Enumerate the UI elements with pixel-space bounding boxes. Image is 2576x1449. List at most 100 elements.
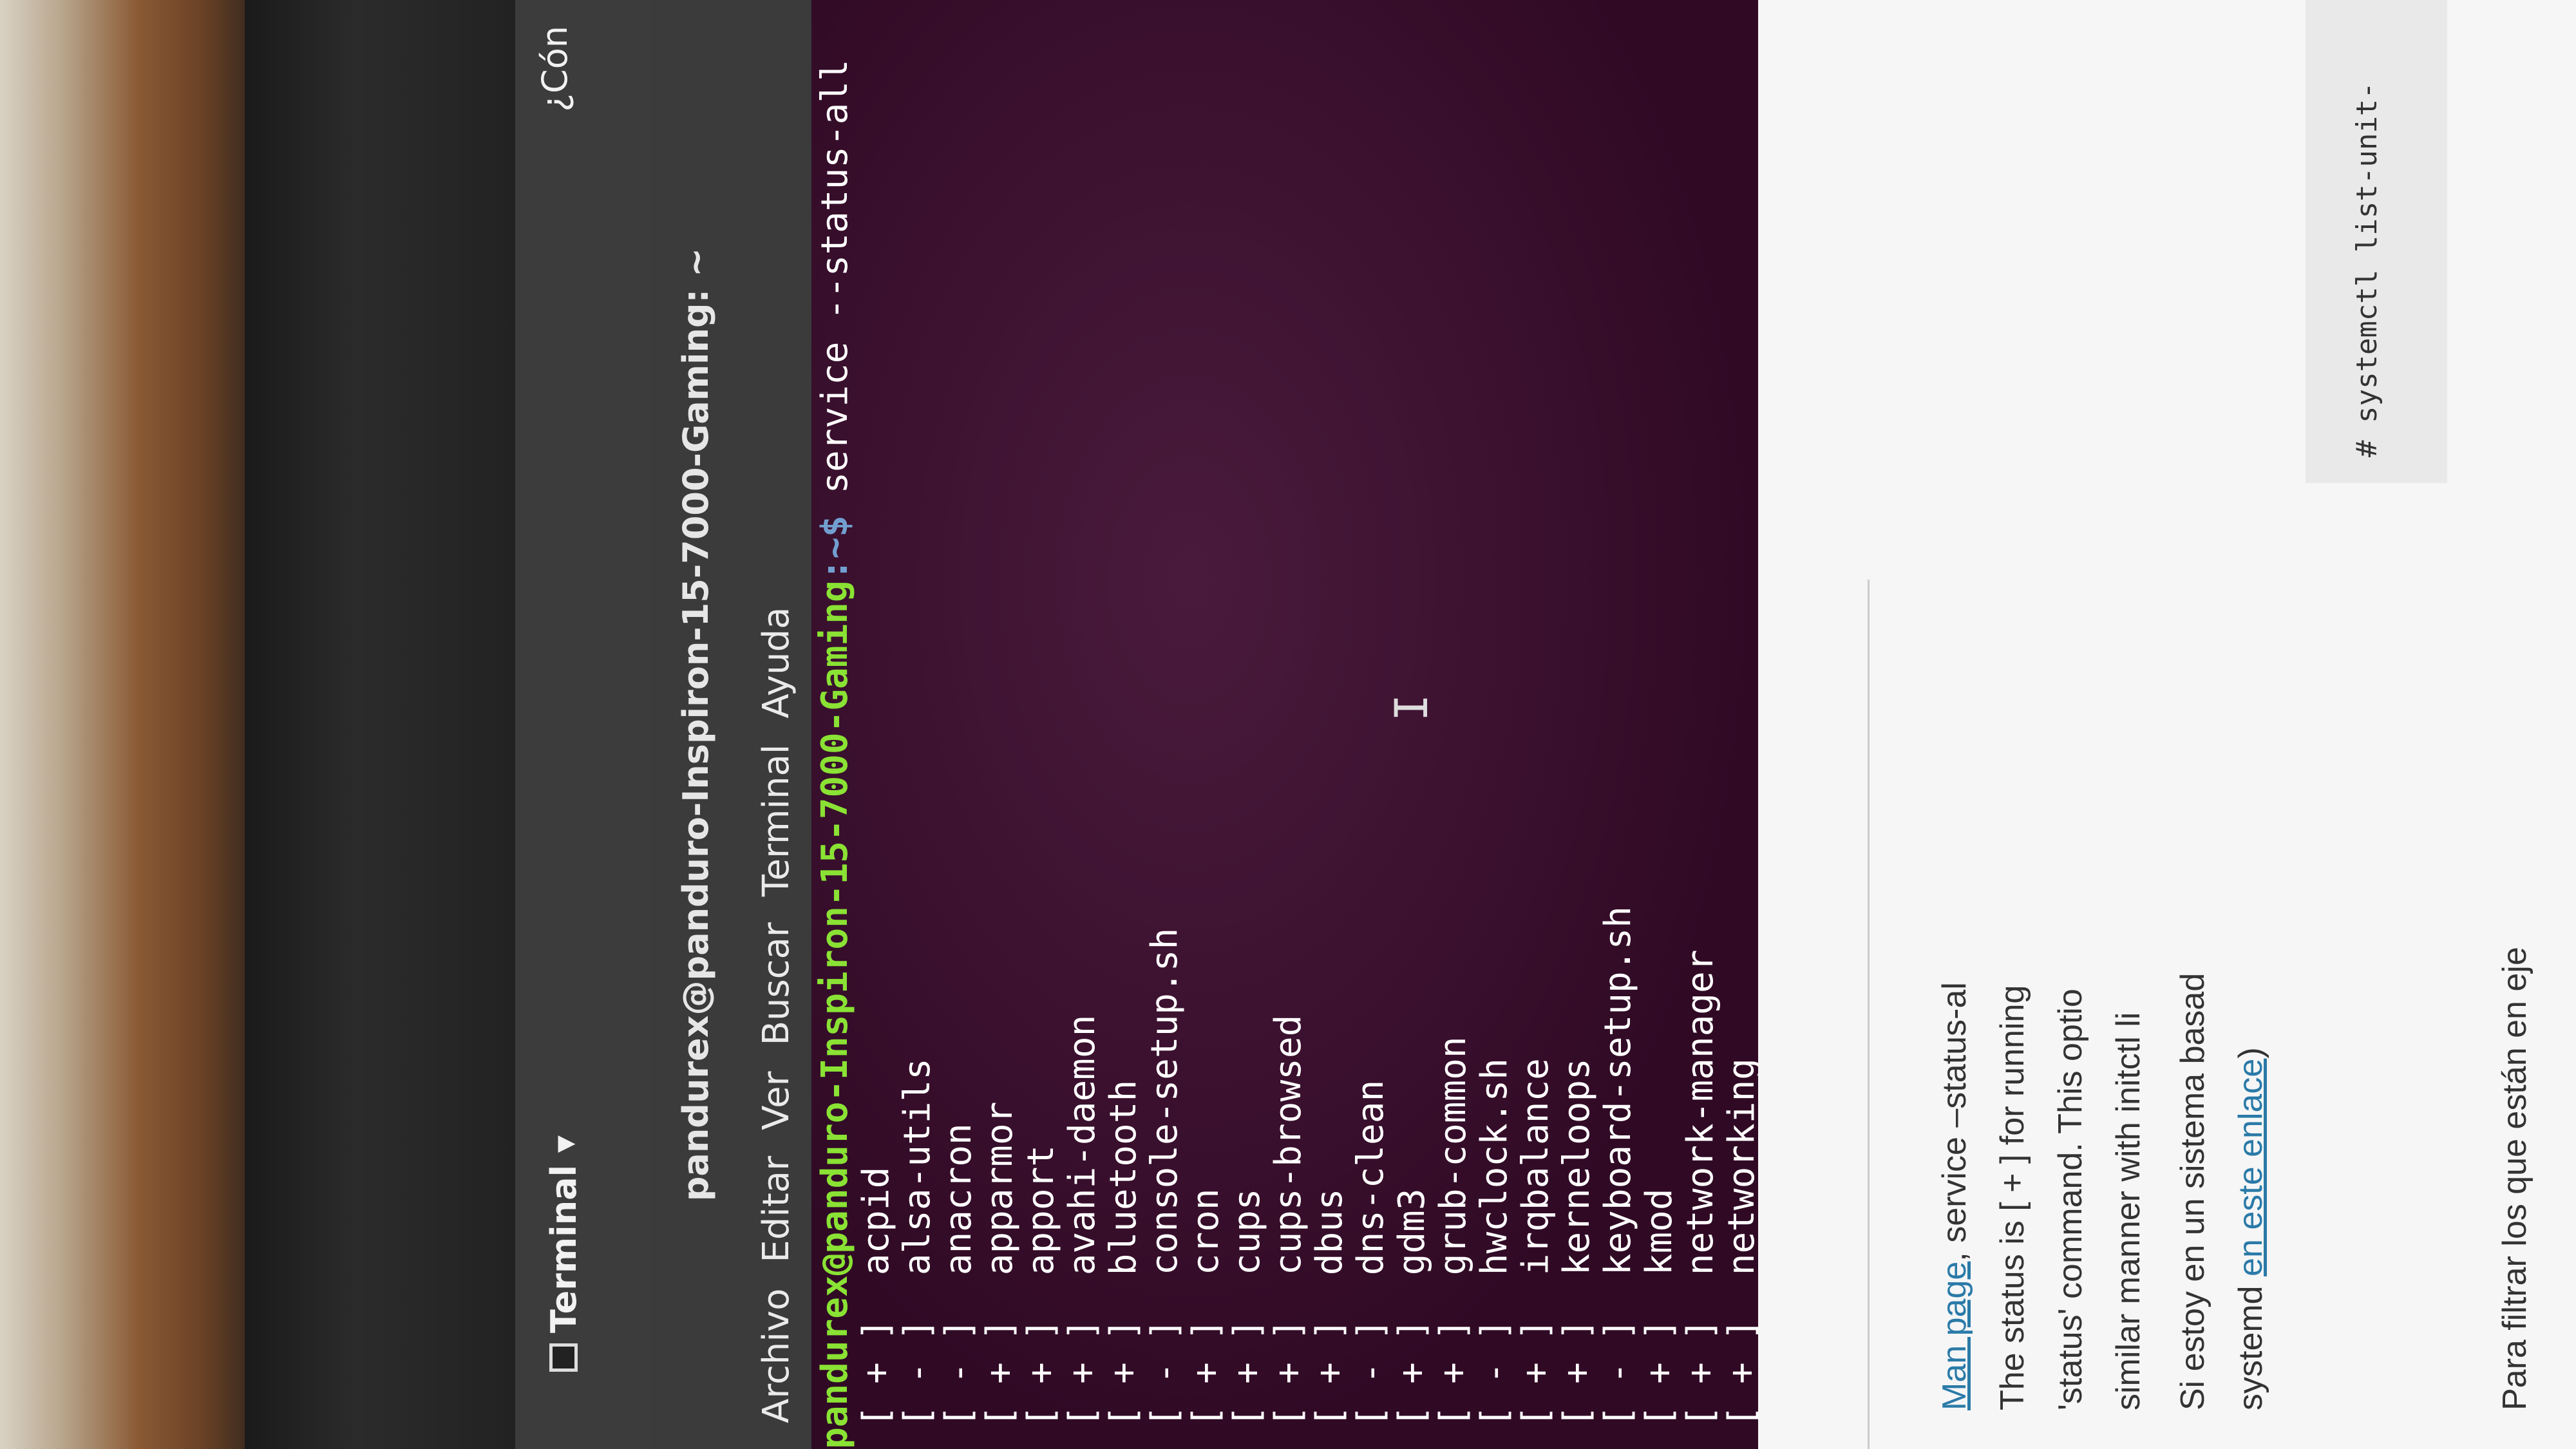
paragraph-3: Para filtrar los que están en eje	[2486, 58, 2544, 1410]
service-name: keyboard-setup.sh	[1597, 906, 1639, 1276]
service-line: [ + ] grub-common	[1432, 1036, 1474, 1449]
command-text: service --status-all	[814, 59, 856, 516]
photo-background	[0, 0, 251, 1449]
service-line: [ + ] apparmor	[979, 1101, 1021, 1449]
web-page: Man page, service –status-al The status …	[1758, 0, 2576, 1449]
service-status: +	[1309, 1362, 1350, 1384]
panel-right-text: ¿Cón	[535, 26, 575, 112]
service-status: -	[1350, 1362, 1392, 1384]
enlace-link[interactable]: en este enlace	[2232, 1059, 2269, 1276]
service-name: anacron	[938, 1123, 980, 1276]
monitor-bezel	[245, 0, 522, 1449]
app-menu-label: Terminal ▾	[543, 1135, 584, 1333]
service-line: [ + ] apport	[1020, 1144, 1062, 1449]
service-status: +	[855, 1362, 897, 1384]
service-status: +	[1061, 1362, 1103, 1384]
service-status: -	[1473, 1362, 1515, 1384]
service-name: apparmor	[979, 1101, 1021, 1276]
terminal-body[interactable]: pandurex@panduro-Inspiron-15-7000-Gaming…	[811, 0, 1758, 1449]
text-cursor-icon: I	[1385, 694, 1438, 721]
paragraph-1: Man page, service –status-al The status …	[1926, 58, 2157, 1410]
window-title: pandurex@panduro-Inspiron-15-7000-Gaming…	[650, 0, 741, 1449]
service-line: [ + ] irqbalance	[1515, 1058, 1557, 1449]
service-line: [ - ] alsa-utils	[896, 1058, 938, 1449]
service-name: apport	[1020, 1144, 1062, 1276]
service-name: dbus	[1309, 1188, 1350, 1276]
service-status: -	[1144, 1362, 1186, 1384]
code-text: # systemctl list-unit-	[2351, 82, 2383, 457]
screen: Terminal ▾ ¿Cón pandurex@panduro-Inspiro…	[515, 0, 2576, 1449]
service-name: network-manager	[1680, 949, 1721, 1276]
service-name: grub-common	[1432, 1036, 1474, 1276]
service-status: +	[1020, 1362, 1062, 1384]
service-status: +	[1432, 1362, 1474, 1384]
service-line: [ + ] cups-browsed	[1267, 1014, 1309, 1449]
para3-text: Para filtrar los que están en eje	[2496, 947, 2533, 1410]
service-line: [ + ] gdm3	[1391, 1188, 1433, 1449]
menu-archivo[interactable]: Archivo	[755, 1289, 797, 1423]
service-name: kerneloops	[1556, 1058, 1598, 1276]
service-name: networking	[1721, 1058, 1758, 1276]
paragraph-2: Si estoy en un sistema basad systemd en …	[2164, 58, 2280, 1410]
service-line: [ + ] dbus	[1309, 1188, 1350, 1449]
man-page-link[interactable]: Man page	[1936, 1262, 1973, 1410]
service-list: [ + ] acpid [ - ] alsa-utils [ - ] anacr…	[855, 0, 1758, 1449]
para2-prefix: systemd	[2232, 1276, 2269, 1410]
terminal-window: pandurex@panduro-Inspiron-15-7000-Gaming…	[650, 0, 1758, 1449]
service-line: [ + ] kerneloops	[1556, 1058, 1598, 1449]
service-name: acpid	[855, 1166, 897, 1276]
para1-text: , service –status-al	[1936, 982, 1973, 1262]
service-name: alsa-utils	[896, 1058, 938, 1276]
service-status: +	[1267, 1362, 1309, 1384]
service-status: +	[1391, 1362, 1433, 1384]
service-line: [ - ] keyboard-setup.sh	[1597, 906, 1639, 1449]
service-name: console-setup.sh	[1144, 927, 1186, 1276]
service-name: kmod	[1638, 1188, 1680, 1276]
terminal-icon	[549, 1343, 578, 1372]
service-line: [ - ] console-setup.sh	[1144, 927, 1186, 1449]
service-status: +	[1103, 1362, 1144, 1384]
service-status: -	[938, 1362, 980, 1384]
menu-ayuda[interactable]: Ayuda	[755, 607, 797, 719]
service-status: +	[1556, 1362, 1598, 1384]
service-name: bluetooth	[1103, 1079, 1144, 1276]
para2-suffix: )	[2232, 1047, 2269, 1059]
prompt-user: pandurex@panduro-Inspiron-15-7000-Gaming	[814, 580, 856, 1449]
para2-line1: Si estoy en un sistema basad	[2174, 972, 2211, 1410]
service-name: cups-browsed	[1267, 1014, 1309, 1276]
service-line: [ + ] bluetooth	[1103, 1079, 1144, 1449]
service-name: avahi-daemon	[1061, 1014, 1103, 1276]
service-line: [ + ] cron	[1185, 1188, 1227, 1449]
service-name: dns-clean	[1350, 1079, 1392, 1276]
service-status: +	[1185, 1362, 1227, 1384]
prompt-path: :~$	[814, 515, 856, 581]
code-block: # systemctl list-unit-	[2306, 0, 2447, 483]
service-status: +	[1721, 1362, 1758, 1384]
service-status: +	[1515, 1362, 1557, 1384]
service-name: irqbalance	[1515, 1058, 1557, 1276]
app-menu[interactable]: Terminal ▾	[535, 1135, 592, 1372]
service-status: -	[1597, 1362, 1639, 1384]
service-line: [ + ] acpid	[855, 1166, 897, 1449]
menu-ver[interactable]: Ver	[755, 1071, 797, 1130]
service-line: [ - ] dns-clean	[1350, 1079, 1392, 1449]
para1-line3: 'status' command. This optio	[2052, 989, 2089, 1410]
service-line: [ + ] avahi-daemon	[1061, 1014, 1103, 1449]
service-name: cron	[1185, 1188, 1227, 1276]
menu-buscar[interactable]: Buscar	[755, 922, 797, 1045]
service-status: -	[896, 1362, 938, 1384]
service-status: +	[1680, 1362, 1721, 1384]
service-line: [ + ] network-manager	[1680, 949, 1721, 1449]
service-line: [ + ] networking	[1721, 0, 1758, 1449]
menu-terminal[interactable]: Terminal	[755, 744, 797, 897]
service-status: +	[1226, 1362, 1268, 1384]
service-status: +	[979, 1362, 1021, 1384]
service-name: gdm3	[1391, 1188, 1433, 1276]
divider	[1868, 580, 1870, 1449]
service-name: cups	[1226, 1188, 1268, 1276]
service-line: [ - ] hwclock.sh	[1473, 1058, 1515, 1449]
service-line: [ - ] anacron	[938, 1123, 980, 1449]
para1-line4: similar manner with initctl li	[2110, 1012, 2147, 1410]
top-panel: Terminal ▾ ¿Cón	[515, 0, 650, 1449]
menu-editar[interactable]: Editar	[755, 1156, 797, 1263]
